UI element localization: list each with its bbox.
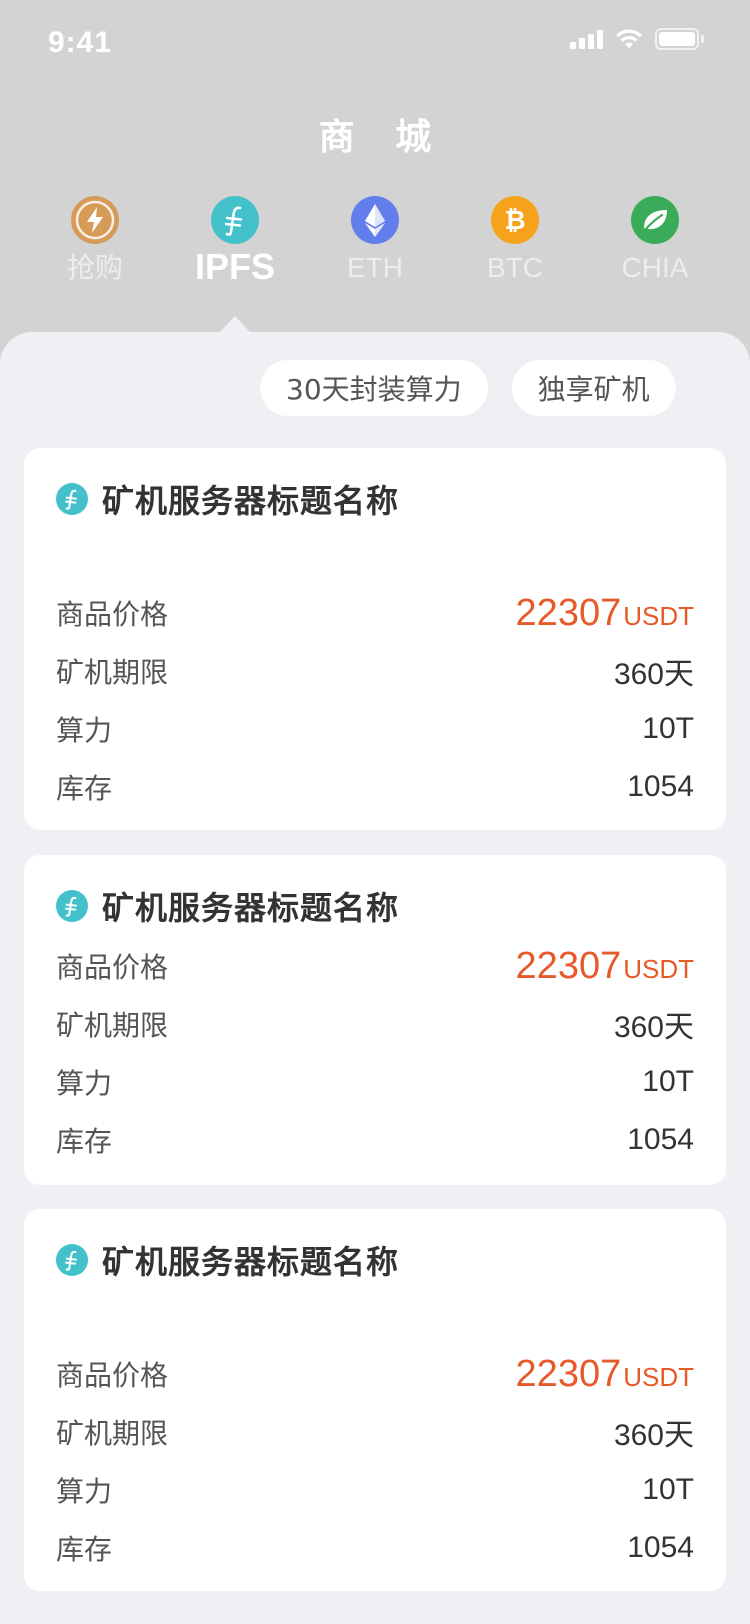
tab-btc[interactable]: ₿ BTC xyxy=(445,196,585,290)
ethereum-icon xyxy=(351,196,399,244)
product-title: 矿机服务器标题名称 xyxy=(102,482,400,520)
tab-eth[interactable]: ETH xyxy=(305,196,445,290)
stock-value: 1054 xyxy=(627,1531,694,1564)
product-details: 商品价格 22307 USDT 矿机期限 360天 算力 10T 库存 1054 xyxy=(56,584,694,816)
price-row: 商品价格 22307 USDT xyxy=(56,1345,694,1403)
active-tab-pointer xyxy=(219,316,251,333)
stock-row: 库存 1054 xyxy=(56,1519,694,1577)
page-title: 商 城 xyxy=(318,117,446,158)
term-value: 360天 xyxy=(613,1011,694,1044)
tab-ipfs[interactable]: IPFS xyxy=(165,196,305,290)
stock-label: 库存 xyxy=(56,772,113,805)
stock-label: 库存 xyxy=(56,1125,113,1158)
filter-chip-exclusive-miner[interactable]: 独享矿机 xyxy=(511,360,676,416)
battery-icon xyxy=(655,28,704,50)
status-bar: 9:41 xyxy=(0,0,750,88)
stock-row: 库存 1054 xyxy=(56,758,694,816)
filecoin-icon xyxy=(56,890,88,922)
power-label: 算力 xyxy=(56,1067,113,1100)
price-row: 商品价格 22307 USDT xyxy=(56,937,694,995)
power-row: 算力 10T xyxy=(56,1461,694,1519)
tab-label: BTC xyxy=(487,252,543,283)
price-label: 商品价格 xyxy=(56,951,169,984)
price-amount: 22307 xyxy=(515,1352,622,1395)
filter-bar: 30天封装算力 独享矿机 xyxy=(260,360,700,416)
term-row: 矿机期限 360天 xyxy=(56,995,694,1053)
bitcoin-icon: ₿ xyxy=(491,196,539,244)
coin-tabs: 抢购 IPFS ETH ₿ BTC CHIA xyxy=(25,196,725,290)
tab-label: 抢购 xyxy=(66,252,123,283)
signal-icon xyxy=(570,29,603,49)
term-value: 360天 xyxy=(613,658,694,691)
term-label: 矿机期限 xyxy=(56,1417,169,1450)
lightning-icon xyxy=(71,196,119,244)
status-icons xyxy=(570,28,704,50)
price-value: 22307 USDT xyxy=(516,592,694,635)
price-unit: USDT xyxy=(623,600,694,631)
tab-flash-sale[interactable]: 抢购 xyxy=(25,196,165,290)
price-amount: 22307 xyxy=(515,591,622,634)
power-row: 算力 10T xyxy=(56,700,694,758)
leaf-icon xyxy=(631,196,679,244)
price-unit: USDT xyxy=(623,953,694,984)
filecoin-icon xyxy=(211,196,259,244)
stock-row: 库存 1054 xyxy=(56,1111,694,1169)
term-value: 360天 xyxy=(613,1419,694,1452)
tab-label: IPFS xyxy=(194,246,275,287)
price-value: 22307 USDT xyxy=(516,1353,694,1396)
product-title: 矿机服务器标题名称 xyxy=(102,889,400,927)
term-label: 矿机期限 xyxy=(56,1009,169,1042)
stock-value: 1054 xyxy=(627,1123,694,1156)
product-card[interactable]: 矿机服务器标题名称 商品价格 22307 USDT 矿机期限 360天 算力 10… xyxy=(24,855,726,1185)
term-label: 矿机期限 xyxy=(56,656,169,689)
status-time: 9:41 xyxy=(48,26,113,59)
power-label: 算力 xyxy=(56,714,113,747)
power-value: 10T xyxy=(642,1473,694,1506)
price-label: 商品价格 xyxy=(56,1359,169,1392)
card-header: 矿机服务器标题名称 xyxy=(56,1237,399,1283)
product-title: 矿机服务器标题名称 xyxy=(102,1243,400,1281)
tab-label: CHIA xyxy=(621,252,689,283)
filecoin-icon xyxy=(56,1244,88,1276)
power-row: 算力 10T xyxy=(56,1053,694,1111)
product-details: 商品价格 22307 USDT 矿机期限 360天 算力 10T 库存 1054 xyxy=(56,937,694,1169)
price-amount: 22307 xyxy=(515,944,622,987)
price-value: 22307 USDT xyxy=(516,945,694,988)
filter-chip-sealing-power[interactable]: 30天封装算力 xyxy=(260,360,488,416)
card-header: 矿机服务器标题名称 xyxy=(56,476,399,522)
tab-chia[interactable]: CHIA xyxy=(585,196,725,290)
power-value: 10T xyxy=(642,712,694,745)
stock-value: 1054 xyxy=(627,770,694,803)
product-card[interactable]: 矿机服务器标题名称 商品价格 22307 USDT 矿机期限 360天 算力 10… xyxy=(24,1209,726,1591)
stock-label: 库存 xyxy=(56,1533,113,1566)
price-label: 商品价格 xyxy=(56,598,169,631)
tab-label: ETH xyxy=(347,252,403,283)
wifi-icon xyxy=(616,29,642,48)
product-details: 商品价格 22307 USDT 矿机期限 360天 算力 10T 库存 1054 xyxy=(56,1345,694,1577)
power-label: 算力 xyxy=(56,1475,113,1508)
power-value: 10T xyxy=(642,1065,694,1098)
term-row: 矿机期限 360天 xyxy=(56,642,694,700)
product-card[interactable]: 矿机服务器标题名称 商品价格 22307 USDT 矿机期限 360天 算力 10… xyxy=(24,448,726,830)
price-row: 商品价格 22307 USDT xyxy=(56,584,694,642)
term-row: 矿机期限 360天 xyxy=(56,1403,694,1461)
price-unit: USDT xyxy=(623,1361,694,1392)
svg-text:₿: ₿ xyxy=(504,206,525,236)
filecoin-icon xyxy=(56,483,88,515)
card-header: 矿机服务器标题名称 xyxy=(56,883,399,929)
